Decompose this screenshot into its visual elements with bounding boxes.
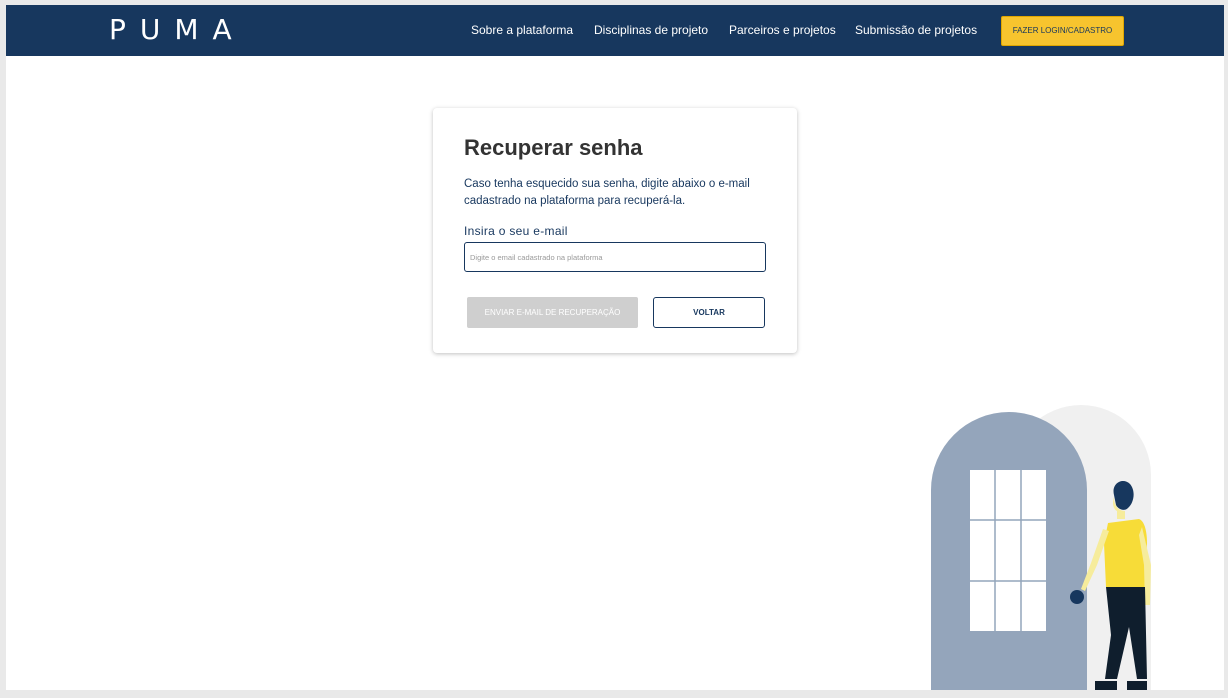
door-window (970, 470, 1046, 631)
card-title: Recuperar senha (464, 135, 643, 160)
person-shoe-left (1095, 681, 1117, 690)
login-signup-button[interactable]: FAZER LOGIN/CADASTRO (1001, 16, 1124, 46)
person-hand (1070, 590, 1084, 604)
back-button[interactable]: VOLTAR (653, 297, 765, 328)
password-recovery-card: Recuperar senha Caso tenha esquecido sua… (433, 108, 797, 353)
nav-link-disciplinas[interactable]: Disciplinas de projeto (594, 23, 708, 38)
person-at-door-illustration (931, 405, 1151, 690)
person-shoe-right (1127, 681, 1147, 690)
navbar: PUMA Sobre a plataforma Disciplinas de p… (6, 5, 1224, 56)
puma-logo[interactable]: PUMA (109, 15, 246, 45)
email-label: Insira o seu e-mail (464, 224, 568, 238)
card-description: Caso tenha esquecido sua senha, digite a… (464, 178, 750, 207)
nav-link-sobre[interactable]: Sobre a plataforma (471, 23, 573, 38)
person-shirt (1104, 519, 1147, 587)
email-input[interactable] (464, 242, 766, 272)
nav-link-submissao[interactable]: Submissão de projetos (855, 23, 977, 38)
nav-link-parceiros[interactable]: Parceiros e projetos (729, 23, 836, 38)
send-recovery-email-button[interactable]: ENVIAR E-MAIL DE RECUPERAÇÃO (467, 297, 638, 328)
page-frame: PUMA Sobre a plataforma Disciplinas de p… (6, 5, 1224, 690)
